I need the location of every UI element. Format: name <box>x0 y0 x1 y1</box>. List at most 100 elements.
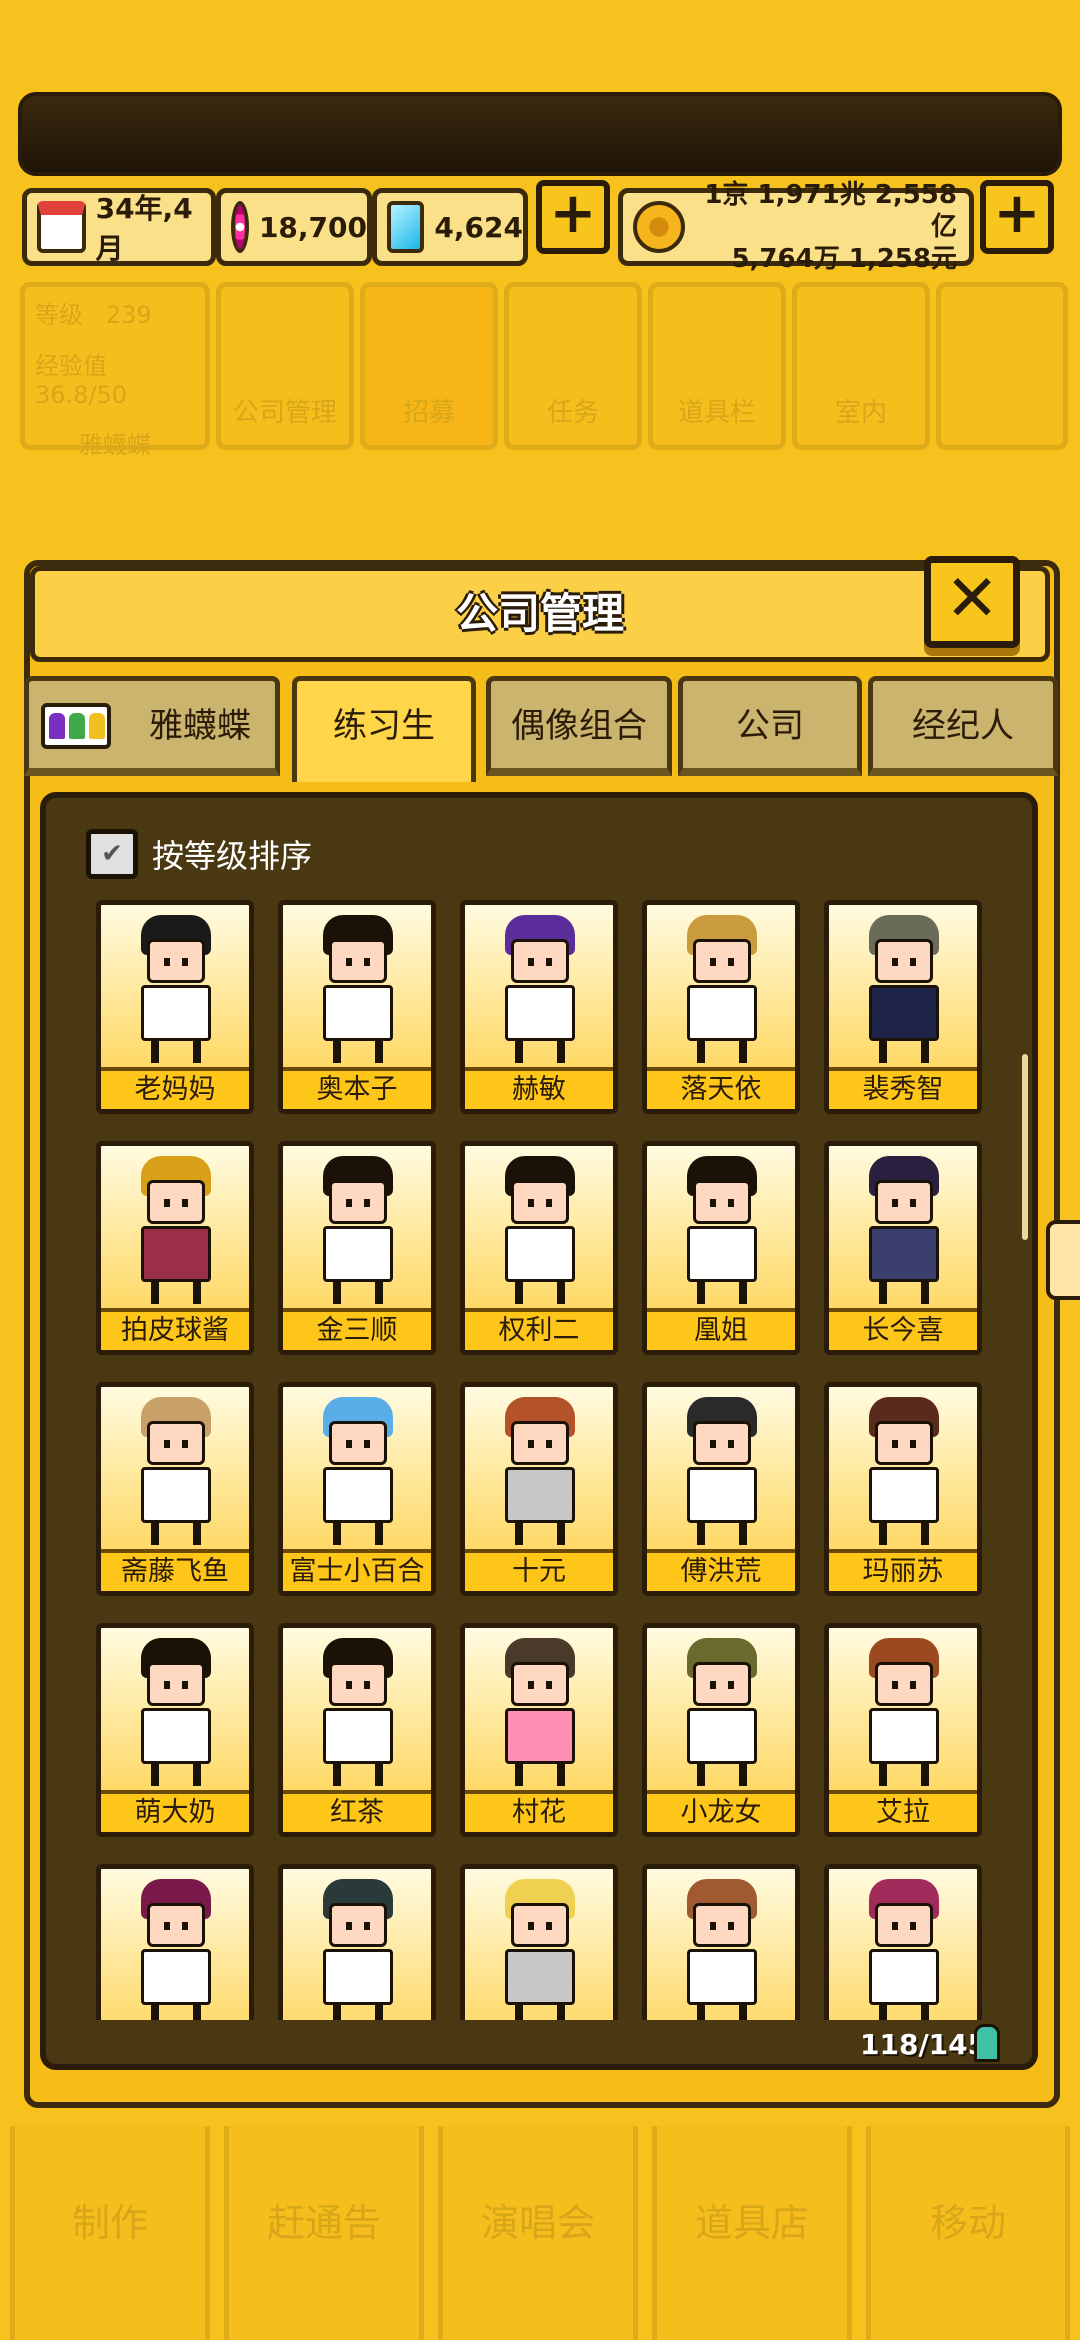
trainee-card[interactable]: 金三顺 <box>278 1141 436 1355</box>
trainee-sprite <box>313 1879 403 2020</box>
tab-managers[interactable]: 经纪人 <box>868 676 1058 776</box>
trainee-sprite <box>131 1156 221 1306</box>
sort-label: 按等级排序 <box>152 837 313 875</box>
date-text: 34年,4月 <box>95 192 193 265</box>
trainee-name: 傅洪荒 <box>647 1549 795 1591</box>
trainee-name: 落天依 <box>647 1067 795 1109</box>
trainee-name: 红茶 <box>283 1790 431 1832</box>
trainee-name: 权利二 <box>465 1308 613 1350</box>
nav-item-shop: 道具店 <box>652 2126 852 2340</box>
trainee-count-icon <box>974 2024 1000 2062</box>
trainee-sprite <box>859 1879 949 2020</box>
trainee-sprite <box>859 1156 949 1306</box>
close-button[interactable]: ✕ <box>924 556 1020 648</box>
pink-currency: 18,700 <box>216 188 372 266</box>
menu-company-management: 公司管理 <box>216 282 354 450</box>
trainee-name: 富士小百合 <box>283 1549 431 1591</box>
trainee-name: 艾拉 <box>829 1790 977 1832</box>
trainee-sprite <box>313 915 403 1065</box>
panel-title: 公司管理 <box>30 566 1050 662</box>
trainee-sprite <box>131 1638 221 1788</box>
trainee-card[interactable]: 老妈妈 <box>96 900 254 1114</box>
trainee-name: 裴秀智 <box>829 1067 977 1109</box>
trainee-sprite <box>495 1638 585 1788</box>
menu-mail <box>936 282 1068 450</box>
tab-company-group[interactable]: 雅蠛蝶 <box>24 676 280 776</box>
trainee-name: 小龙女 <box>647 1790 795 1832</box>
group-icon <box>41 703 111 749</box>
scrollbar[interactable] <box>1022 1054 1028 1240</box>
trainee-card[interactable] <box>460 1864 618 2020</box>
pink-currency-value: 18,700 <box>258 210 367 244</box>
trainee-sprite <box>495 1879 585 2020</box>
trainee-sprite <box>495 1156 585 1306</box>
tab-label: 经纪人 <box>912 706 1014 746</box>
trainee-grid[interactable]: 老妈妈 奥本子 赫敏 落天依 裴秀智拍皮球酱 金三顺 权利二 凰姐 长今喜斋藤飞鱼 富士小百合 十元… <box>96 900 996 2020</box>
exp-value: 36.8/50 <box>35 381 128 409</box>
trainee-name: 村花 <box>465 1790 613 1832</box>
trainee-card[interactable]: 赫敏 <box>460 900 618 1114</box>
trainee-card[interactable]: 村花 <box>460 1623 618 1837</box>
trainee-sprite <box>495 1397 585 1547</box>
trainee-card[interactable]: 富士小百合 <box>278 1382 436 1596</box>
add-gem-button[interactable]: + <box>536 180 610 254</box>
trainee-card[interactable]: 傅洪荒 <box>642 1382 800 1596</box>
trainee-sprite <box>677 1879 767 2020</box>
trainee-count: 118/145 <box>860 2028 988 2061</box>
tab-label: 练习生 <box>333 706 435 746</box>
trainee-card[interactable] <box>642 1864 800 2020</box>
company-info-box: 等级 239 经验值 36.8/50 雅蠛蝶 <box>20 282 210 459</box>
trainee-card[interactable]: 斋藤飞鱼 <box>96 1382 254 1596</box>
trainee-sprite <box>859 915 949 1065</box>
gem-currency: 4,624 <box>372 188 528 266</box>
gem-currency-value: 4,624 <box>434 210 523 244</box>
trainee-card[interactable]: 拍皮球酱 <box>96 1141 254 1355</box>
trainee-sprite <box>859 1397 949 1547</box>
close-icon: ✕ <box>945 562 999 636</box>
trainee-card[interactable] <box>278 1864 436 2020</box>
background-menu: 等级 239 经验值 36.8/50 雅蠛蝶 公司管理 招募 任务 道具栏 室内 <box>20 282 1068 459</box>
side-character-peek <box>1046 1220 1080 1300</box>
trainee-card[interactable]: 小龙女 <box>642 1623 800 1837</box>
trainee-card[interactable]: 落天依 <box>642 900 800 1114</box>
level-label: 等级 <box>35 301 83 329</box>
trainee-sprite <box>495 915 585 1065</box>
trainee-name: 十元 <box>465 1549 613 1591</box>
money-line1: 1京 1,971兆 2,558亿 <box>704 180 957 242</box>
menu-tasks: 任务 <box>504 282 642 450</box>
nav-schedule: 赶通告 <box>224 2126 424 2340</box>
sort-checkbox[interactable]: ✔ <box>86 829 138 879</box>
trainee-card[interactable]: 红茶 <box>278 1623 436 1837</box>
trainee-card[interactable]: 权利二 <box>460 1141 618 1355</box>
trainee-sprite <box>131 1397 221 1547</box>
trainee-card[interactable]: 萌大奶 <box>96 1623 254 1837</box>
add-money-button[interactable]: + <box>980 180 1054 254</box>
date-display: 34年,4月 <box>22 188 216 266</box>
tab-trainees[interactable]: 练习生 <box>292 676 476 782</box>
nav-concert: 演唱会 <box>438 2126 638 2340</box>
bottom-nav: 制作 赶通告 演唱会 道具店 移动 <box>0 2126 1080 2340</box>
nav-move: 移动 <box>866 2126 1070 2340</box>
trainee-card[interactable]: 长今喜 <box>824 1141 982 1355</box>
menu-inventory: 道具栏 <box>648 282 786 450</box>
trainee-card[interactable] <box>824 1864 982 2020</box>
trainee-card[interactable]: 裴秀智 <box>824 900 982 1114</box>
trainee-name: 拍皮球酱 <box>101 1308 249 1350</box>
trainee-card[interactable]: 艾拉 <box>824 1623 982 1837</box>
trainee-card[interactable] <box>96 1864 254 2020</box>
tab-idol-groups[interactable]: 偶像组合 <box>486 676 672 776</box>
trainee-name: 老妈妈 <box>101 1067 249 1109</box>
tab-company[interactable]: 公司 <box>678 676 862 776</box>
trainee-name: 斋藤飞鱼 <box>101 1549 249 1591</box>
top-bar <box>18 92 1062 176</box>
trainee-name: 赫敏 <box>465 1067 613 1109</box>
trainee-card[interactable]: 奥本子 <box>278 900 436 1114</box>
trainee-card[interactable]: 十元 <box>460 1382 618 1596</box>
trainee-card[interactable]: 凰姐 <box>642 1141 800 1355</box>
sort-by-level[interactable]: ✔ 按等级排序 <box>86 826 312 882</box>
trainee-card[interactable]: 玛丽苏 <box>824 1382 982 1596</box>
trainee-sprite <box>677 915 767 1065</box>
money-line2: 5,764万 1,258元 <box>731 244 957 274</box>
tab-label: 雅蠛蝶 <box>149 706 251 746</box>
money-display: 1京 1,971兆 2,558亿 5,764万 1,258元 <box>618 180 974 274</box>
